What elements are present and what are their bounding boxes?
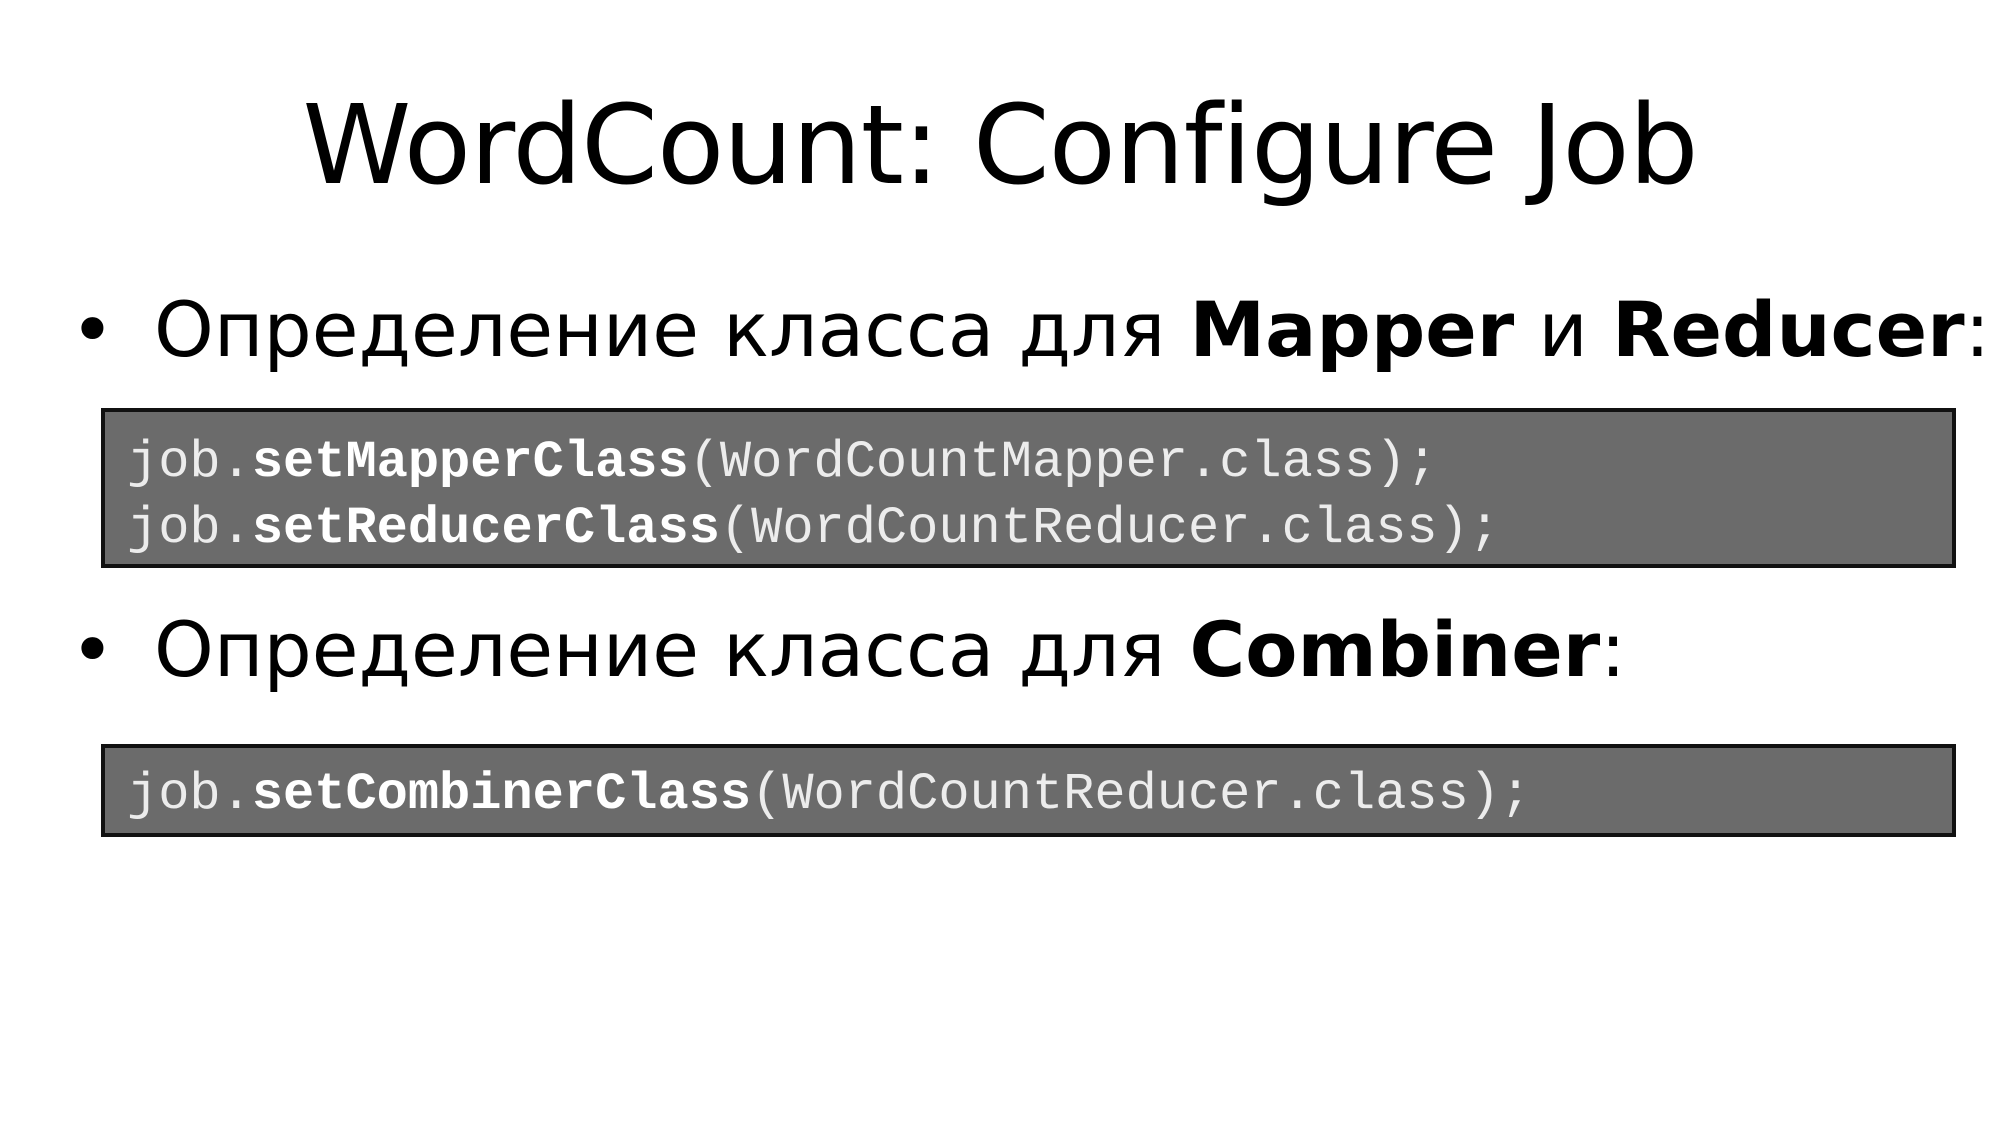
bullet-marker: • — [70, 605, 115, 694]
code-object: job. — [127, 433, 252, 492]
bullet-text-suffix: : — [1964, 285, 1991, 374]
code-args: (WordCountMapper.class); — [688, 433, 1438, 492]
bullet-mapper-reducer: • Определение класса для Mapper и Reducer… — [70, 285, 1990, 375]
code-method: setMapperClass — [251, 433, 689, 492]
code-method: setReducerClass — [251, 499, 720, 558]
code-method: setCombinerClass — [251, 765, 752, 824]
bullet-combiner: • Определение класса для Combiner: — [70, 605, 1626, 695]
bullet-text-suffix: : — [1600, 605, 1626, 694]
bullet-text-prefix: Определение класса для — [154, 285, 1190, 374]
code-args: (WordCountReducer.class); — [719, 499, 1501, 558]
code-object: job. — [127, 765, 252, 824]
slide: WordCount: Configure Job • Определение кл… — [0, 0, 2000, 1125]
code-block-mapper-reducer: job.setMapperClass(WordCountMapper.class… — [101, 408, 1956, 568]
term-mapper: Mapper — [1189, 285, 1515, 374]
bullet-marker: • — [70, 285, 115, 374]
term-combiner: Combiner — [1189, 605, 1601, 694]
code-line-set-mapper: job.setMapperClass(WordCountMapper.class… — [127, 430, 1952, 496]
code-args: (WordCountReducer.class); — [751, 765, 1532, 824]
bullet-text-prefix: Определение класса для — [154, 605, 1190, 694]
code-line-set-reducer: job.setReducerClass(WordCountReducer.cla… — [127, 496, 1952, 562]
code-line-set-combiner: job.setCombinerClass(WordCountReducer.cl… — [127, 762, 1952, 828]
term-reducer: Reducer — [1611, 285, 1965, 374]
code-object: job. — [127, 499, 252, 558]
code-block-combiner: job.setCombinerClass(WordCountReducer.cl… — [101, 744, 1956, 837]
slide-title: WordCount: Configure Job — [302, 81, 1698, 209]
bullet-text-joiner: и — [1514, 285, 1612, 374]
